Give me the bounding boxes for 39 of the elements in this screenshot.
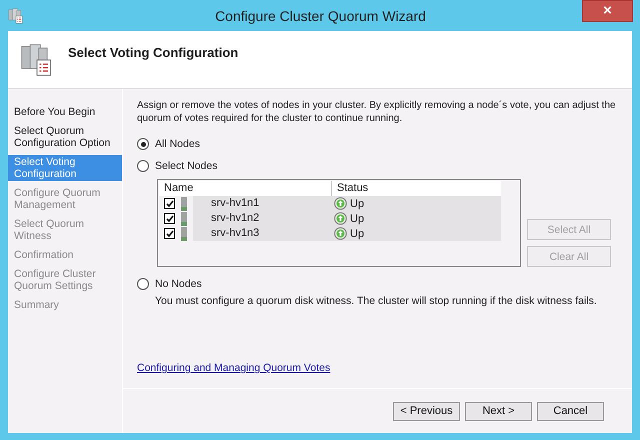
checkbox[interactable]: [164, 198, 175, 209]
status-up-icon: [334, 227, 347, 240]
checkbox[interactable]: [164, 228, 175, 239]
wizard-step: Summary: [8, 298, 122, 312]
wizard-step: Configure Cluster Quorum Settings: [8, 267, 122, 293]
page-heading: Select Voting Configuration: [68, 45, 238, 60]
option-label: All Nodes: [155, 138, 200, 150]
intro-text: Assign or remove the votes of nodes in your cluster. By explicitly removing a node´s vote, you can adjust the quorum of votes required for the cluster to continue running.: [137, 99, 617, 125]
server-cluster-icon: [8, 8, 24, 24]
wizard-step: Before You Begin: [8, 105, 122, 119]
node-name: srv-hv1n3: [193, 226, 331, 241]
wizard-button[interactable]: < Previous: [393, 402, 460, 420]
status-up-icon: [334, 197, 347, 210]
wizard-step: Confirmation: [8, 248, 122, 262]
wizard-step: Select Voting Configuration: [8, 155, 122, 181]
server-cluster-icon: [20, 42, 54, 76]
node-status: Up: [350, 228, 364, 240]
column-header: Name: [159, 181, 331, 196]
window-title: Configure Cluster Quorum Wizard: [214, 8, 427, 24]
column-header: Status: [331, 181, 501, 196]
checkbox[interactable]: [164, 213, 175, 224]
wizard-step: Select Quorum Configuration Option: [8, 124, 122, 150]
option-note: You must configure a quorum disk witness. The cluster will stop running if the disk witness fails.: [155, 295, 598, 307]
node-status: Up: [350, 198, 364, 210]
radio-button[interactable]: [137, 278, 149, 290]
help-link[interactable]: Configuring and Managing Quorum Votes: [137, 362, 618, 374]
wizard-button[interactable]: Next >: [465, 402, 532, 420]
option-label: No Nodes: [155, 278, 202, 290]
option-label: Select Nodes: [155, 160, 218, 172]
close-button[interactable]: ×: [582, 0, 633, 22]
wizard-step: Configure Quorum Management: [8, 186, 122, 212]
radio-button[interactable]: [137, 160, 149, 172]
wizard-step: Select Quorum Witness: [8, 217, 122, 243]
status-up-icon: [334, 212, 347, 225]
radio-button[interactable]: [137, 138, 149, 150]
node-status: Up: [350, 212, 364, 224]
node-name: srv-hv1n1: [193, 196, 331, 211]
wizard-button[interactable]: Cancel: [537, 402, 604, 420]
node-name: srv-hv1n2: [193, 211, 331, 226]
